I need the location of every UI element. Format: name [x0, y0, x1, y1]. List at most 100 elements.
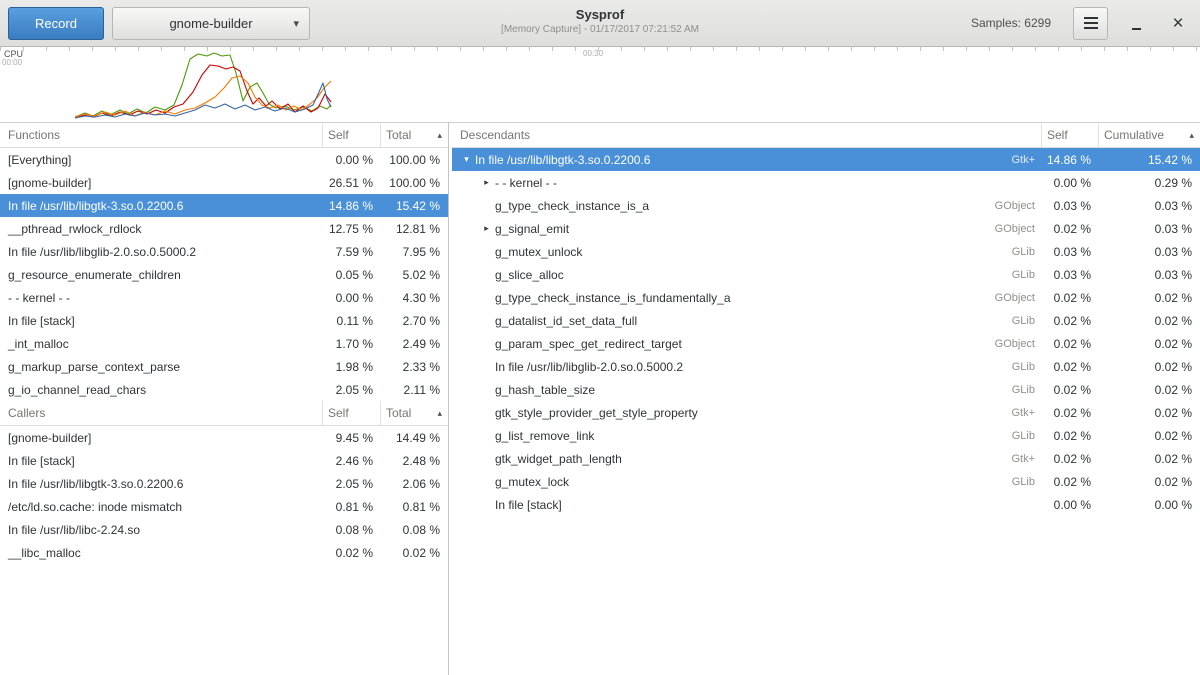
- self-percent: 0.02 %: [1041, 291, 1098, 305]
- library-label: GObject: [995, 200, 1041, 212]
- descendants-row[interactable]: ▾In file /usr/lib/libgtk-3.so.0.2200.6Gt…: [452, 148, 1200, 171]
- function-name: In file [stack]: [495, 498, 562, 512]
- column-header-callers[interactable]: Callers: [0, 401, 322, 425]
- function-name-cell: ▾In file /usr/lib/libgtk-3.so.0.2200.6Gt…: [452, 153, 1041, 167]
- column-header-self[interactable]: Self: [322, 401, 380, 425]
- function-name: g_markup_parse_context_parse: [0, 360, 322, 374]
- column-header-self[interactable]: Self: [1041, 123, 1098, 147]
- column-header-functions[interactable]: Functions: [0, 123, 322, 147]
- cumulative-percent: 0.02 %: [1098, 314, 1200, 328]
- functions-row[interactable]: _int_malloc1.70 %2.49 %: [0, 332, 448, 355]
- hamburger-icon: [1084, 22, 1098, 24]
- functions-row[interactable]: In file [stack]0.11 %2.70 %: [0, 309, 448, 332]
- process-selector-dropdown[interactable]: gnome-builder ▾: [112, 7, 310, 40]
- descendants-row[interactable]: g_mutex_lockGLib0.02 %0.02 %: [452, 470, 1200, 493]
- self-percent: 0.11 %: [322, 314, 380, 328]
- self-percent: 0.08 %: [322, 523, 380, 537]
- cumulative-percent: 0.02 %: [1098, 475, 1200, 489]
- self-percent: 0.03 %: [1041, 199, 1098, 213]
- window-title: Sysprof [Memory Capture] - 01/17/2017 07…: [501, 6, 699, 35]
- functions-row[interactable]: g_io_channel_read_chars2.05 %2.11 %: [0, 378, 448, 401]
- descendants-row[interactable]: g_list_remove_linkGLib0.02 %0.02 %: [452, 424, 1200, 447]
- cpu-graph[interactable]: CPU 00:00 00:30: [0, 47, 1200, 123]
- function-name: g_hash_table_size: [495, 383, 595, 397]
- column-header-total-label: Total: [386, 128, 411, 142]
- descendants-row[interactable]: ▸- - kernel - -0.00 %0.29 %: [452, 171, 1200, 194]
- expander-collapsed-icon[interactable]: ▸: [478, 223, 495, 234]
- cumulative-percent: 0.02 %: [1098, 337, 1200, 351]
- column-header-cumulative-label: Cumulative: [1104, 128, 1164, 142]
- library-label: GLib: [1012, 315, 1041, 327]
- cumulative-percent: 0.00 %: [1098, 498, 1200, 512]
- functions-row[interactable]: [gnome-builder]26.51 %100.00 %: [0, 171, 448, 194]
- total-percent: 7.95 %: [380, 245, 448, 259]
- callers-row[interactable]: In file /usr/lib/libc-2.24.so0.08 %0.08 …: [0, 518, 448, 541]
- callers-table-body: [gnome-builder]9.45 %14.49 %In file [sta…: [0, 426, 448, 564]
- library-label: GObject: [995, 292, 1041, 304]
- time-label-mid: 00:30: [583, 49, 603, 58]
- descendants-row[interactable]: g_type_check_instance_is_aGObject0.03 %0…: [452, 194, 1200, 217]
- descendants-row[interactable]: ▸g_signal_emitGObject0.02 %0.03 %: [452, 217, 1200, 240]
- descendants-row[interactable]: g_slice_allocGLib0.03 %0.03 %: [452, 263, 1200, 286]
- self-percent: 0.00 %: [1041, 498, 1098, 512]
- function-name-cell: In file [stack]: [452, 498, 1041, 512]
- functions-row[interactable]: In file /usr/lib/libgtk-3.so.0.2200.614.…: [0, 194, 448, 217]
- descendants-row[interactable]: g_mutex_unlockGLib0.03 %0.03 %: [452, 240, 1200, 263]
- column-header-descendants[interactable]: Descendants: [452, 123, 1041, 147]
- descendants-row[interactable]: g_param_spec_get_redirect_targetGObject0…: [452, 332, 1200, 355]
- cumulative-percent: 0.03 %: [1098, 222, 1200, 236]
- functions-table: Functions Self Total ▴ [Everything]0.00 …: [0, 123, 448, 401]
- descendants-row[interactable]: gtk_style_provider_get_style_propertyGtk…: [452, 401, 1200, 424]
- self-percent: 2.05 %: [322, 477, 380, 491]
- column-header-total[interactable]: Total ▴: [380, 123, 448, 147]
- function-name-cell: g_datalist_id_set_data_fullGLib: [452, 314, 1041, 328]
- self-percent: 12.75 %: [322, 222, 380, 236]
- callers-row[interactable]: __libc_malloc0.02 %0.02 %: [0, 541, 448, 564]
- total-percent: 2.33 %: [380, 360, 448, 374]
- functions-row[interactable]: In file /usr/lib/libglib-2.0.so.0.5000.2…: [0, 240, 448, 263]
- callers-row[interactable]: In file [stack]2.46 %2.48 %: [0, 449, 448, 472]
- descendants-row[interactable]: g_type_check_instance_is_fundamentally_a…: [452, 286, 1200, 309]
- callers-table: Callers Self Total ▴ [gnome-builder]9.45…: [0, 401, 448, 564]
- process-selector-label: gnome-builder: [169, 16, 252, 31]
- main-area: Functions Self Total ▴ [Everything]0.00 …: [0, 123, 1200, 675]
- functions-row[interactable]: g_markup_parse_context_parse1.98 %2.33 %: [0, 355, 448, 378]
- function-name: [Everything]: [0, 153, 322, 167]
- menu-button[interactable]: [1073, 7, 1108, 40]
- record-button[interactable]: Record: [8, 7, 104, 40]
- function-name-cell: g_mutex_unlockGLib: [452, 245, 1041, 259]
- descendants-row[interactable]: gtk_widget_path_lengthGtk+0.02 %0.02 %: [452, 447, 1200, 470]
- left-pane: Functions Self Total ▴ [Everything]0.00 …: [0, 123, 449, 675]
- expander-expanded-icon[interactable]: ▾: [458, 154, 475, 165]
- function-name: gtk_style_provider_get_style_property: [495, 406, 698, 420]
- function-name-cell: In file /usr/lib/libglib-2.0.so.0.5000.2…: [452, 360, 1041, 374]
- close-button[interactable]: ×: [1164, 8, 1192, 38]
- self-percent: 2.46 %: [322, 454, 380, 468]
- cumulative-percent: 0.02 %: [1098, 452, 1200, 466]
- functions-table-body: [Everything]0.00 %100.00 %[gnome-builder…: [0, 148, 448, 401]
- descendants-row[interactable]: g_datalist_id_set_data_fullGLib0.02 %0.0…: [452, 309, 1200, 332]
- functions-row[interactable]: g_resource_enumerate_children0.05 %5.02 …: [0, 263, 448, 286]
- functions-row[interactable]: - - kernel - -0.00 %4.30 %: [0, 286, 448, 309]
- column-header-total[interactable]: Total ▴: [380, 401, 448, 425]
- expander-collapsed-icon[interactable]: ▸: [478, 177, 495, 188]
- function-name: In file [stack]: [0, 454, 322, 468]
- callers-row[interactable]: /etc/ld.so.cache: inode mismatch0.81 %0.…: [0, 495, 448, 518]
- functions-row[interactable]: __pthread_rwlock_rdlock12.75 %12.81 %: [0, 217, 448, 240]
- minimize-button[interactable]: [1122, 8, 1150, 38]
- descendants-row[interactable]: In file /usr/lib/libglib-2.0.so.0.5000.2…: [452, 355, 1200, 378]
- self-percent: 1.98 %: [322, 360, 380, 374]
- column-header-cumulative[interactable]: Cumulative ▴: [1098, 123, 1200, 147]
- callers-row[interactable]: [gnome-builder]9.45 %14.49 %: [0, 426, 448, 449]
- chevron-down-icon: ▾: [293, 17, 299, 30]
- functions-row[interactable]: [Everything]0.00 %100.00 %: [0, 148, 448, 171]
- total-percent: 14.49 %: [380, 431, 448, 445]
- total-percent: 15.42 %: [380, 199, 448, 213]
- function-name: g_param_spec_get_redirect_target: [495, 337, 682, 351]
- descendants-row[interactable]: In file [stack] 0.00 %0.00 %: [452, 493, 1200, 516]
- capture-subtitle: [Memory Capture] - 01/17/2017 07:21:52 A…: [501, 24, 699, 35]
- cumulative-percent: 0.02 %: [1098, 360, 1200, 374]
- descendants-row[interactable]: g_hash_table_sizeGLib0.02 %0.02 %: [452, 378, 1200, 401]
- column-header-self[interactable]: Self: [322, 123, 380, 147]
- callers-row[interactable]: In file /usr/lib/libgtk-3.so.0.2200.62.0…: [0, 472, 448, 495]
